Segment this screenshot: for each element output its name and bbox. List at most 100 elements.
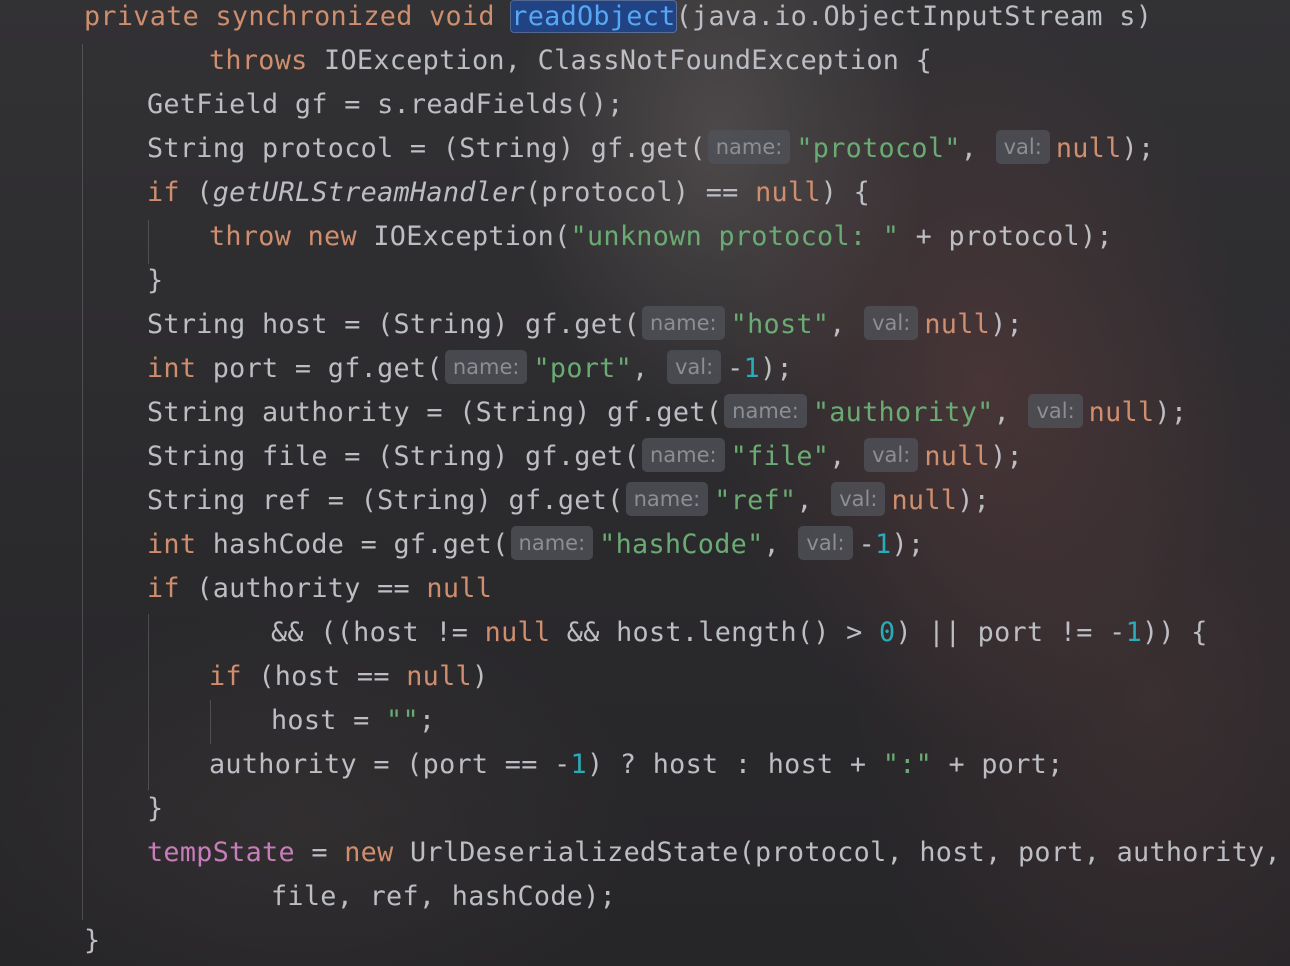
keyword-token: null <box>924 309 991 340</box>
keyword-token: null <box>484 617 551 648</box>
number-literal: 1 <box>570 749 587 780</box>
string-literal: "host" <box>730 309 830 340</box>
code-token: file, ref, hashCode); <box>271 881 617 912</box>
code-token: ; <box>418 705 436 736</box>
code-token: ) { <box>820 177 871 208</box>
code-token: ( <box>196 177 213 208</box>
code-line[interactable]: String protocol = (String) gf.get(name: "… <box>147 127 1154 171</box>
code-token: } <box>147 793 164 824</box>
keyword-token: int <box>147 529 213 560</box>
code-line[interactable]: authority = (port == -1) ? host : host +… <box>209 743 1064 787</box>
string-literal: "protocol" <box>796 133 961 164</box>
string-literal: "unknown protocol: " <box>570 221 900 252</box>
code-token: String authority = (String) gf.get( <box>147 397 723 428</box>
code-token: ); <box>760 353 793 384</box>
code-line[interactable]: if (authority == null <box>147 567 492 611</box>
code-token: } <box>147 265 164 296</box>
code-line[interactable]: file, ref, hashCode); <box>271 875 616 919</box>
field-reference: tempState <box>147 837 295 868</box>
code-token: - <box>858 529 876 560</box>
code-token: ); <box>1121 133 1155 164</box>
code-token: , <box>829 309 863 340</box>
code-token: (authority == <box>196 573 427 604</box>
parameter-hint: name: <box>444 350 528 384</box>
indent-guide <box>82 44 83 920</box>
code-token: ) <box>471 661 489 692</box>
code-line[interactable]: if (host == null) <box>209 655 488 699</box>
parameter-hint: val: <box>995 130 1050 164</box>
code-line[interactable]: throw new IOException("unknown protocol:… <box>209 215 1113 259</box>
code-token: && host.length() > <box>550 617 880 648</box>
keyword-token: null <box>1055 133 1122 164</box>
code-token: IOException( <box>373 221 571 252</box>
keyword-token: null <box>426 573 493 604</box>
selected-identifier[interactable]: readObject <box>510 0 677 33</box>
number-literal: 1 <box>875 529 892 560</box>
string-literal: "" <box>386 705 419 736</box>
indent-guide <box>148 614 149 790</box>
keyword-token: if <box>209 661 259 692</box>
keyword-token: throws <box>209 45 325 76</box>
code-line[interactable]: GetField gf = s.readFields(); <box>147 83 624 127</box>
code-line[interactable]: String file = (String) gf.get(name: "file… <box>147 435 1023 479</box>
number-literal: 0 <box>879 617 896 648</box>
code-line[interactable]: String authority = (String) gf.get(name:… <box>147 391 1187 435</box>
parameter-hint: name: <box>724 394 807 428</box>
code-token: ); <box>957 485 991 516</box>
code-token: host = <box>271 705 387 736</box>
code-line[interactable]: } <box>147 787 163 831</box>
code-line[interactable]: String host = (String) gf.get(name: "host… <box>147 303 1023 347</box>
code-token: } <box>84 925 101 956</box>
code-token: String ref = (String) gf.get( <box>147 485 624 516</box>
keyword-token: null <box>1088 397 1155 428</box>
code-token: (protocol) == <box>524 177 756 208</box>
code-token: IOException, ClassNotFoundException { <box>324 45 933 76</box>
keyword-token: private synchronized void <box>84 1 512 32</box>
code-token: = <box>294 837 345 868</box>
code-line[interactable]: int hashCode = gf.get(name: "hashCode", v… <box>147 523 924 567</box>
string-literal: "port" <box>533 353 633 384</box>
code-token: (host == <box>258 661 407 692</box>
code-editor[interactable]: private synchronized void readObject(jav… <box>0 0 1290 966</box>
indent-guide <box>148 220 149 264</box>
parameter-hint: name: <box>625 482 709 516</box>
code-line[interactable]: if (getURLStreamHandler(protocol) == nul… <box>147 171 870 215</box>
code-token: )) { <box>1142 617 1208 648</box>
code-token: , <box>829 441 863 472</box>
keyword-token: throw new <box>209 221 374 252</box>
parameter-hint: name: <box>642 306 725 340</box>
code-line[interactable]: tempState = new UrlDeserializedState(pro… <box>147 831 1281 875</box>
code-line[interactable]: } <box>84 919 100 963</box>
code-token: && ((host != <box>271 617 485 648</box>
keyword-token: new <box>344 837 410 868</box>
code-token: String host = (String) gf.get( <box>147 309 640 340</box>
code-token: + protocol); <box>899 221 1113 252</box>
code-line[interactable]: && ((host != null && host.length() > 0) … <box>271 611 1208 655</box>
code-token: , <box>960 133 994 164</box>
parameter-hint: name: <box>707 130 791 164</box>
keyword-token: if <box>147 177 197 208</box>
code-token: , <box>763 529 797 560</box>
code-token: hashCode = gf.get( <box>212 529 509 560</box>
code-token: port = gf.get( <box>212 353 443 384</box>
code-line[interactable]: } <box>147 259 163 303</box>
code-token: - <box>727 353 744 384</box>
parameter-hint: name: <box>642 438 725 472</box>
number-literal: 1 <box>743 353 761 384</box>
code-line[interactable]: private synchronized void readObject(jav… <box>84 0 1152 39</box>
indent-guide <box>210 700 211 744</box>
parameter-hint: val: <box>831 482 886 516</box>
code-line[interactable]: throws IOException, ClassNotFoundExcepti… <box>209 39 932 83</box>
keyword-token: null <box>755 177 821 208</box>
code-line[interactable]: int port = gf.get(name: "port", val: -1); <box>147 347 793 391</box>
string-literal: ":" <box>882 749 933 780</box>
code-token: ); <box>990 441 1023 472</box>
code-line[interactable]: host = ""; <box>271 699 435 743</box>
string-literal: "authority" <box>812 397 994 428</box>
code-line[interactable]: String ref = (String) gf.get(name: "ref",… <box>147 479 990 523</box>
keyword-token: if <box>147 573 197 604</box>
keyword-token: null <box>924 441 991 472</box>
parameter-hint: val: <box>666 350 722 384</box>
code-token: ); <box>891 529 925 560</box>
code-token: ) || port != - <box>895 617 1126 648</box>
